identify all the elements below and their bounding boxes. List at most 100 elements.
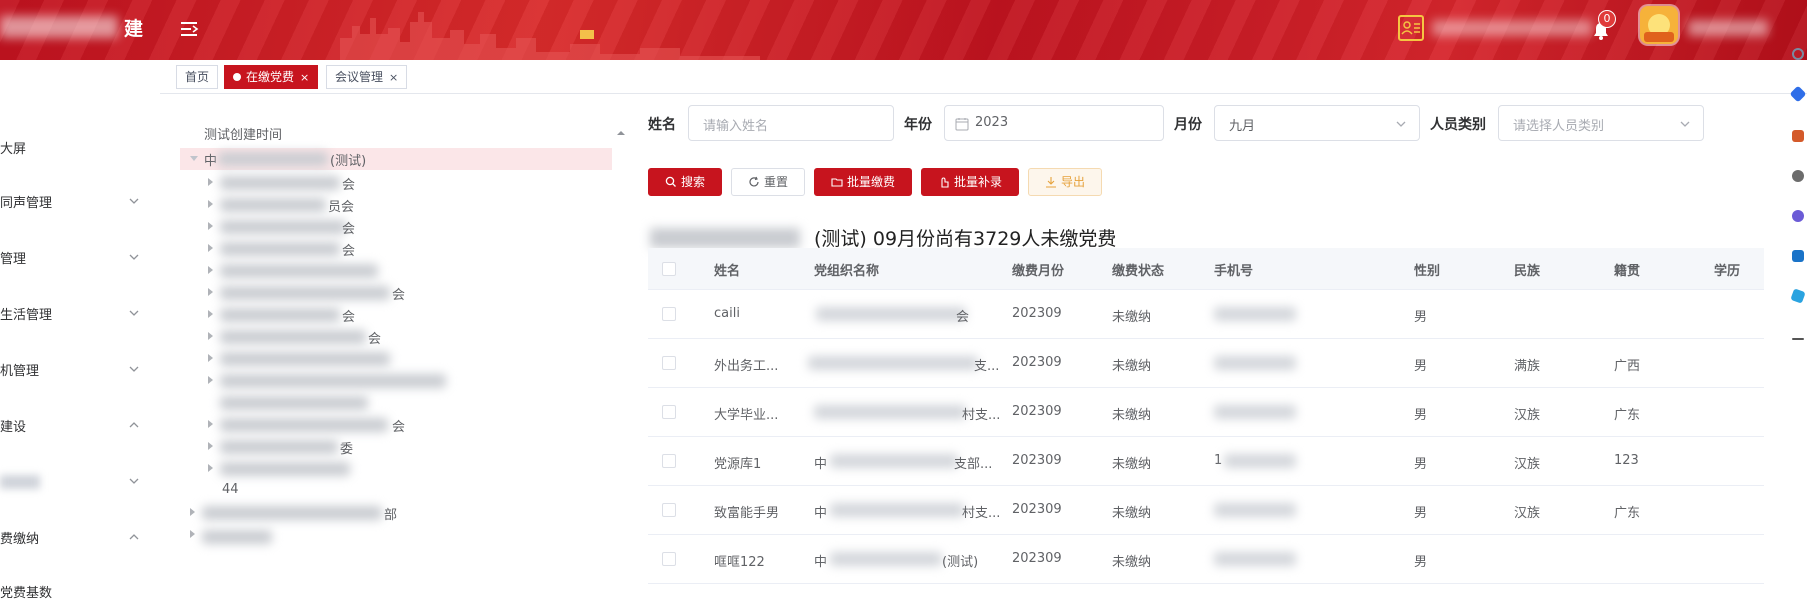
- table-row[interactable]: 哐哐122 中 (测试) 202309 未缴纳 男: [648, 535, 1764, 584]
- send-icon[interactable]: [1790, 288, 1806, 304]
- export-button[interactable]: 导出: [1028, 168, 1102, 196]
- batch-supplement-button[interactable]: 批量补录: [921, 168, 1019, 196]
- cell-org-blurred: [830, 503, 964, 517]
- tree-node[interactable]: [180, 458, 612, 480]
- tree-node[interactable]: [180, 392, 612, 414]
- month-select[interactable]: 九月: [1214, 105, 1420, 141]
- tree-node[interactable]: 会: [180, 282, 612, 304]
- search-button[interactable]: 搜索: [648, 168, 722, 196]
- tree-node-blur: [220, 352, 390, 366]
- avatar[interactable]: [1640, 6, 1678, 44]
- app-logo-text: 建: [124, 18, 144, 40]
- tree-node[interactable]: 44: [180, 480, 612, 502]
- toolbox-icon[interactable]: [1792, 130, 1804, 142]
- chevron-down-icon: [1680, 121, 1690, 127]
- row-checkbox[interactable]: [662, 503, 676, 517]
- column-header[interactable]: 学历: [1714, 260, 1740, 279]
- year-picker[interactable]: 2023: [944, 105, 1164, 141]
- tree-node-label: 会: [368, 332, 382, 347]
- tree-node[interactable]: 会: [180, 238, 612, 260]
- plus-icon[interactable]: [1792, 338, 1804, 340]
- copilot-icon[interactable]: [1792, 210, 1804, 222]
- select-all-checkbox[interactable]: [662, 262, 676, 276]
- table-row[interactable]: 致富能手男 中 村支... 202309 未缴纳 男 汉族 广东: [648, 486, 1764, 535]
- tree-node-root[interactable]: 中 (测试): [180, 148, 612, 170]
- tree-node[interactable]: 会: [180, 172, 612, 194]
- sidebar-item-construction[interactable]: 建设: [0, 416, 160, 436]
- tree-node-label: 会: [342, 244, 356, 259]
- tree-node-label: (测试): [330, 154, 367, 169]
- tree-node[interactable]: [180, 524, 612, 546]
- calendar-icon: [955, 118, 969, 131]
- tree-node[interactable]: 会: [180, 414, 612, 436]
- column-header[interactable]: 性别: [1414, 260, 1440, 279]
- row-checkbox[interactable]: [662, 552, 676, 566]
- tree-node[interactable]: 会: [180, 216, 612, 238]
- column-header[interactable]: 姓名: [714, 260, 740, 279]
- sidebar-item-blurred[interactable]: [0, 472, 160, 492]
- table-row[interactable]: 大学毕业... 村支... 202309 未缴纳 男 汉族 广东: [648, 388, 1764, 437]
- row-checkbox[interactable]: [662, 307, 676, 321]
- username-blurred[interactable]: [1688, 20, 1768, 36]
- sidebar: 大屏 同声管理 管理 生活管理 机管理 建设 费缴纳 党费基数: [0, 60, 160, 602]
- batch-pay-button[interactable]: 批量缴费: [814, 168, 912, 196]
- tree-node-blur: [220, 374, 446, 388]
- name-input[interactable]: 请输入姓名: [688, 105, 894, 141]
- cell-native-place: 广东: [1614, 408, 1641, 423]
- diamond-icon[interactable]: [1789, 85, 1807, 103]
- sidebar-item-dashboard[interactable]: 大屏: [0, 138, 160, 158]
- tree-node[interactable]: [180, 348, 612, 370]
- table-row[interactable]: 外出务工... 支... 202309 未缴纳 男 满族 广西: [648, 339, 1764, 388]
- menu-fold-icon[interactable]: [178, 18, 200, 40]
- cell-status: 未缴纳: [1112, 555, 1152, 570]
- table-row[interactable]: caili 会 202309 未缴纳 男: [648, 290, 1764, 339]
- column-header[interactable]: 民族: [1514, 260, 1540, 279]
- search-icon[interactable]: [1792, 48, 1804, 60]
- close-icon[interactable]: ×: [300, 71, 309, 84]
- column-header[interactable]: 党组织名称: [814, 260, 879, 279]
- cell-ethnicity: 满族: [1514, 359, 1541, 374]
- column-header[interactable]: 缴费月份: [1012, 260, 1064, 279]
- year-label: 年份: [904, 117, 932, 133]
- table-row[interactable]: 党源库1 中 支部... 202309 未缴纳 1 男 汉族 123: [648, 437, 1764, 486]
- org-tree: 测试创建时间 中 (测试) 会 员会 会 会 会 会 会 会 委 44 部: [180, 110, 625, 599]
- tree-node[interactable]: 员会: [180, 194, 612, 216]
- tree-node-label: 会: [342, 310, 356, 325]
- refresh-icon: [749, 176, 759, 187]
- user-card-icon[interactable]: [1398, 15, 1424, 41]
- close-icon[interactable]: ×: [389, 71, 398, 84]
- column-header[interactable]: 缴费状态: [1112, 260, 1164, 279]
- tree-node-label: 会: [392, 288, 406, 303]
- cell-name: caili: [714, 306, 740, 321]
- person-icon[interactable]: [1792, 170, 1804, 182]
- type-select[interactable]: 请选择人员类别: [1498, 105, 1704, 141]
- sidebar-item-management[interactable]: 管理: [0, 248, 160, 268]
- scroll-up-icon[interactable]: [616, 128, 626, 138]
- tree-node[interactable]: 部: [180, 502, 612, 524]
- row-checkbox[interactable]: [662, 356, 676, 370]
- row-checkbox[interactable]: [662, 405, 676, 419]
- tree-node-blur: [220, 308, 340, 322]
- tab-meeting-management[interactable]: 会议管理 ×: [326, 65, 408, 89]
- tree-node[interactable]: 会: [180, 304, 612, 326]
- tree-node[interactable]: 会: [180, 326, 612, 348]
- tab-home[interactable]: 首页: [176, 65, 219, 89]
- sidebar-item-machine-management[interactable]: 机管理: [0, 360, 160, 380]
- tree-node-blur: [220, 264, 378, 278]
- cell-ethnicity: 汉族: [1514, 457, 1541, 472]
- tree-node-prefix: 中: [204, 154, 218, 169]
- outlook-icon[interactable]: [1792, 250, 1804, 262]
- tree-node[interactable]: 委: [180, 436, 612, 458]
- sidebar-item-fee-payment[interactable]: 费缴纳: [0, 528, 160, 548]
- sidebar-item-voice-management[interactable]: 同声管理: [0, 192, 160, 212]
- tab-paying-fees[interactable]: 在缴党费 ×: [224, 65, 319, 89]
- row-checkbox[interactable]: [662, 454, 676, 468]
- column-header[interactable]: 籍贯: [1614, 260, 1640, 279]
- sidebar-item-life-management[interactable]: 生活管理: [0, 304, 160, 324]
- tree-node[interactable]: [180, 260, 612, 282]
- batch-pay-button-label: 批量缴费: [846, 175, 895, 189]
- sidebar-item-fee-base[interactable]: 党费基数: [0, 582, 160, 602]
- tree-node[interactable]: [180, 370, 612, 392]
- reset-button[interactable]: 重置: [731, 168, 805, 196]
- column-header[interactable]: 手机号: [1214, 260, 1253, 279]
